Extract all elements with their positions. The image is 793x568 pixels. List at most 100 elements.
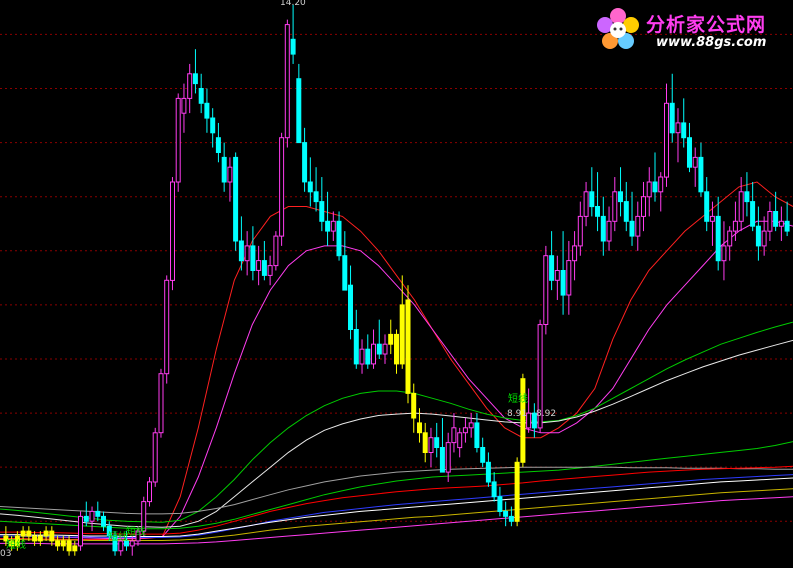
candle-body [353, 329, 359, 365]
candle-body [474, 422, 480, 448]
candle-body [744, 191, 750, 203]
candle-body [215, 137, 221, 153]
candle-body [55, 540, 61, 547]
candle-body [382, 343, 388, 355]
candle-body [78, 515, 83, 547]
candlestick-chart: 14.20 8.91 - 8.92 短线 短线 短线 短线 03 [0, 0, 793, 568]
candle-body [462, 427, 468, 434]
candle-body [681, 122, 687, 139]
candle-body [394, 333, 399, 365]
candle-body [336, 220, 342, 257]
candle-body [750, 201, 756, 227]
candle-body [129, 540, 135, 547]
candle-body [784, 220, 790, 232]
candle-body [49, 530, 55, 542]
candle-body [187, 73, 193, 99]
candle-body [514, 461, 520, 522]
candle-body [330, 220, 336, 232]
candle-body [20, 530, 26, 537]
candle-body [503, 510, 509, 517]
candle-body [388, 333, 394, 345]
candle-body [83, 515, 89, 522]
candle-body [359, 348, 365, 365]
candle-body [210, 117, 216, 134]
candle-body [66, 540, 72, 552]
candle-body [704, 191, 710, 222]
signal-label: 短线 [126, 525, 146, 538]
candle-body [687, 137, 692, 168]
corner-label: 03 [0, 549, 11, 559]
candle-body [738, 191, 744, 222]
candle-body [342, 255, 348, 291]
candle-body [641, 196, 646, 217]
candle-body [692, 156, 698, 168]
candle-body [261, 260, 267, 276]
candle-body [589, 191, 595, 208]
candle-body [583, 191, 589, 217]
candle-body [669, 102, 675, 134]
candle-body [698, 156, 704, 193]
candle-body [675, 122, 681, 134]
candle-body [279, 137, 285, 237]
candle-body [152, 432, 158, 483]
candle-body [612, 191, 618, 222]
candle-body [417, 422, 422, 434]
candle-body [256, 260, 262, 271]
candle-body [468, 422, 474, 429]
candle-body [491, 481, 497, 498]
candle-body [198, 88, 204, 104]
candle-body [422, 432, 428, 453]
candle-body [445, 442, 451, 473]
candle-body [296, 78, 302, 144]
candle-body [439, 447, 445, 473]
candle-body [72, 545, 78, 552]
candle-body [658, 176, 664, 193]
candle-body [95, 510, 101, 517]
candle-body [767, 211, 773, 232]
candle-body [26, 530, 32, 537]
candle-body [273, 235, 279, 267]
candle-body [618, 191, 623, 203]
candle-body [302, 142, 308, 183]
high-price-label: 14.20 [280, 0, 306, 8]
flower-logo-icon [597, 8, 639, 49]
candle-body [170, 181, 175, 281]
candle-body [520, 378, 526, 463]
candle-body [147, 481, 152, 503]
signal-label: 短线 [508, 392, 528, 405]
candle-body [325, 220, 331, 232]
candle-body [434, 437, 440, 449]
candle-body [405, 299, 411, 394]
candle-body [284, 24, 290, 139]
signal-label: 短线 [108, 530, 128, 543]
candle-body [313, 191, 319, 203]
candle-body [635, 215, 641, 237]
candle-body [319, 201, 325, 222]
candle-body [89, 510, 95, 522]
candle-body [428, 437, 434, 454]
candle-body [560, 270, 566, 296]
candle-body [778, 220, 784, 227]
candle-body [158, 373, 164, 434]
candle-body [60, 540, 66, 547]
watermark-title: 分析家公式网 [646, 14, 767, 36]
watermark-logo: 分析家公式网 www.88gs.com [592, 4, 788, 56]
candle-body [480, 447, 486, 463]
candle-body [732, 220, 738, 232]
candle-body [629, 220, 635, 237]
candle-body [348, 284, 353, 331]
candle-body [227, 166, 233, 183]
candle-body [399, 304, 405, 365]
candle-body [572, 245, 578, 262]
candle-body [32, 535, 38, 542]
candle-body [101, 515, 106, 527]
candle-body [411, 392, 417, 419]
candle-body [181, 97, 187, 114]
candle-body [709, 215, 715, 222]
candle-body [623, 201, 629, 222]
candle-body [600, 215, 606, 242]
candle-body [267, 265, 273, 276]
candle-body [755, 225, 761, 247]
candle-body [376, 343, 382, 355]
candle-body [577, 215, 583, 247]
